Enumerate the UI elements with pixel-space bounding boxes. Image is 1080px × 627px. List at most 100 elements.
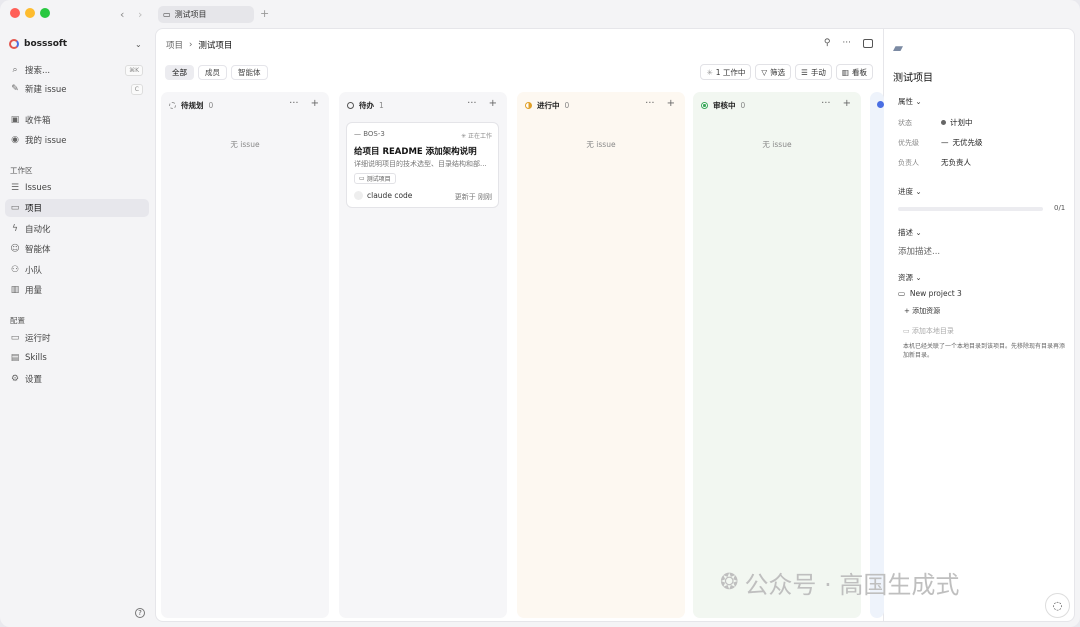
project-title[interactable]: 测试项目 <box>893 69 933 84</box>
filter-all[interactable]: 全部 <box>165 65 194 80</box>
more-icon[interactable]: ··· <box>289 98 299 109</box>
search-button[interactable]: ⌕ 搜索... ⌘K <box>5 61 149 79</box>
sidebar-item-automation[interactable]: ϟ 自动化 <box>5 220 149 238</box>
assignee: claude code <box>354 191 412 200</box>
column-actions: ··· + <box>289 98 319 109</box>
issue-title: 给项目 README 添加架构说明 <box>354 147 477 157</box>
view-button[interactable]: ▥ 看板 <box>835 64 873 80</box>
add-resource-button[interactable]: + 添加资源 <box>904 306 940 316</box>
chat-button[interactable]: ◌ <box>1045 593 1070 618</box>
sidebar-item-settings[interactable]: ⚙ 设置 <box>5 370 149 388</box>
plus-icon[interactable]: + <box>311 98 319 109</box>
status-label: 状态 <box>898 119 912 127</box>
agent-name: claude code <box>367 191 413 200</box>
add-resource-label: 添加资源 <box>912 307 941 315</box>
new-issue-button[interactable]: ✎ 新建 issue C <box>5 80 149 98</box>
column-count: 0 <box>208 101 214 110</box>
chevron-down-icon[interactable]: ⌄ <box>135 40 142 49</box>
progress-bar <box>898 207 1043 211</box>
properties-header[interactable]: 属性 ⌄ <box>898 96 922 107</box>
column-header: 待办 1 <box>347 100 384 111</box>
column-count: 0 <box>564 101 570 110</box>
sidebar-item-label: 我的 issue <box>25 136 67 146</box>
resource-item-label: New project 3 <box>909 289 962 298</box>
tab-project[interactable]: ▭ 测试项目 <box>158 6 254 23</box>
filter-button[interactable]: ▽ 筛选 <box>755 64 792 80</box>
back-arrow-icon[interactable]: ‹ <box>120 8 124 21</box>
resources-label: 资源 <box>898 273 913 282</box>
watermark: ❂ 公众号 · 高国生成式 <box>720 565 959 600</box>
users-icon: ⚇ <box>10 265 20 275</box>
chevron-right-icon: › <box>189 40 193 50</box>
more-icon[interactable]: ··· <box>842 38 851 48</box>
issue-status-text: 正在工作 <box>467 133 492 140</box>
resources-header[interactable]: 资源 ⌄ <box>898 272 922 283</box>
plus-icon[interactable]: + <box>843 98 851 109</box>
sidebar-item-projects[interactable]: ▭ 项目 <box>5 199 149 217</box>
owner-value[interactable]: 无负责人 <box>941 157 971 168</box>
folder-icon: ▭ <box>359 175 365 182</box>
column-todo: 待办 1 ··· + — BOS-3 ✳ 正在工作 给项目 README 添加架构… <box>339 92 507 618</box>
sidebar-item-runtime[interactable]: ▭ 运行时 <box>5 329 149 347</box>
plus-icon[interactable]: + <box>667 98 675 109</box>
sidebar-item-label: 智能体 <box>25 245 51 255</box>
panel-toggle-icon[interactable] <box>863 38 873 48</box>
new-tab-icon[interactable]: + <box>260 7 269 20</box>
zoom-window-button[interactable] <box>40 8 50 18</box>
column-count: 0 <box>740 101 746 110</box>
project-tag-label: 测试项目 <box>366 176 391 183</box>
status-dot-icon <box>941 120 946 125</box>
sidebar-item-usage[interactable]: ▥ 用量 <box>5 281 149 299</box>
properties-label: 属性 <box>898 97 913 106</box>
more-icon[interactable]: ··· <box>645 98 655 109</box>
resource-item[interactable]: ▭ New project 3 <box>898 289 962 298</box>
filter-agents[interactable]: 智能体 <box>231 65 268 80</box>
project-detail-panel: ▰ 测试项目 属性 ⌄ 状态 计划中 优先级 — 无优先级 负责人 无负责人 进度… <box>884 28 1075 622</box>
workspace-switcher[interactable]: bosssoft <box>9 39 67 49</box>
add-local-dir-button[interactable]: ▭ 添加本地目录 <box>903 326 954 336</box>
tab-label: 测试项目 <box>174 10 207 19</box>
backlog-status-icon <box>169 102 176 109</box>
todo-status-icon <box>347 102 354 109</box>
folder-icon: ▭ <box>163 10 171 19</box>
more-icon[interactable]: ··· <box>467 98 477 109</box>
workspace-name: bosssoft <box>24 39 68 49</box>
pin-icon[interactable]: ⚲ <box>824 38 831 48</box>
breadcrumb-parent[interactable]: 项目 <box>166 39 183 51</box>
progress-header[interactable]: 进度 ⌄ <box>898 186 922 197</box>
sidebar-item-my-issues[interactable]: ◉ 我的 issue <box>5 131 149 149</box>
bolt-icon: ϟ <box>12 224 18 234</box>
project-tag[interactable]: ▭ 测试项目 <box>354 173 396 184</box>
description-header[interactable]: 描述 ⌄ <box>898 227 922 238</box>
sort-button[interactable]: ☰ 手动 <box>795 64 832 80</box>
minimize-window-button[interactable] <box>25 8 35 18</box>
search-icon: ⌕ <box>12 65 18 75</box>
bot-icon: ☺ <box>10 244 20 254</box>
close-window-button[interactable] <box>10 8 20 18</box>
sidebar-item-agents[interactable]: ☺ 智能体 <box>5 240 149 258</box>
sidebar-item-skills[interactable]: ▤ Skills <box>5 349 149 367</box>
forward-arrow-icon[interactable]: › <box>138 8 142 21</box>
priority-value-text: 无优先级 <box>952 138 983 147</box>
board-icon: ▥ <box>841 67 849 77</box>
description-input[interactable]: 添加描述... <box>898 245 940 257</box>
working-button[interactable]: ✳ 1 工作中 <box>700 64 752 80</box>
plus-icon[interactable]: + <box>489 98 497 109</box>
updated-time: 更新于 刚刚 <box>454 193 492 201</box>
working-label: 1 工作中 <box>715 67 746 77</box>
issue-description: 详细说明项目的技术选型、目录结构和部... <box>354 160 487 168</box>
owner-value-text: 无负责人 <box>941 158 971 167</box>
search-shortcut: ⌘K <box>125 65 143 76</box>
filter-members[interactable]: 成员 <box>198 65 227 80</box>
priority-value[interactable]: — 无优先级 <box>941 137 983 148</box>
column-title: 审核中 <box>713 101 736 110</box>
issue-card[interactable]: — BOS-3 ✳ 正在工作 给项目 README 添加架构说明 详细说明项目的… <box>346 122 499 208</box>
sidebar-item-issues[interactable]: ☰ Issues <box>5 179 149 197</box>
more-icon[interactable]: ··· <box>821 98 831 109</box>
sidebar-item-squads[interactable]: ⚇ 小队 <box>5 261 149 279</box>
sidebar-item-inbox[interactable]: ▣ 收件箱 <box>5 111 149 129</box>
column-title: 待办 <box>359 101 374 110</box>
help-icon[interactable]: ? <box>135 608 145 618</box>
status-value[interactable]: 计划中 <box>941 117 973 128</box>
book-icon: ▤ <box>10 353 20 363</box>
